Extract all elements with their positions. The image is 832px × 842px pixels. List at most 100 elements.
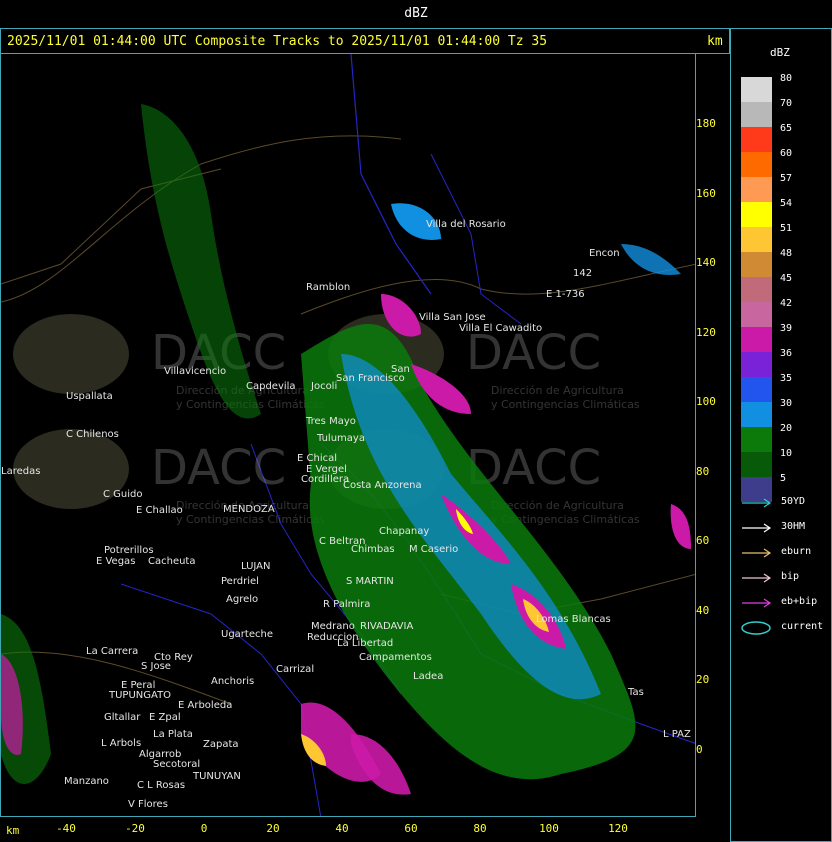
x-tick-label: 120: [608, 822, 628, 835]
place-label: Chapanay: [379, 526, 429, 537]
legend-swatch: [741, 327, 772, 352]
track-arrow-icon: [742, 548, 772, 558]
place-label: E Chical: [297, 453, 337, 464]
place-label: La Plata: [153, 729, 193, 740]
place-label: 142: [573, 268, 592, 279]
place-label: E Challao: [136, 505, 183, 516]
place-label: Potrerillos: [104, 545, 154, 556]
place-label: C L Rosas: [137, 780, 185, 791]
legend-level-label: 39: [780, 323, 793, 334]
place-label: TUNUYAN: [192, 771, 241, 782]
legend-track-label: 30HM: [781, 521, 806, 532]
legend-level-label: 42: [780, 298, 793, 309]
current-ellipse-icon: [741, 621, 771, 635]
place-label: Villa San Jose: [419, 312, 486, 323]
legend-track-label: eburn: [781, 546, 812, 557]
legend-swatch: [741, 177, 772, 202]
place-label: Medrano: [311, 621, 355, 632]
track-arrow-icon: [742, 498, 772, 508]
place-label: Uspallata: [66, 391, 113, 402]
track-arrow-icon: [742, 523, 772, 533]
y-tick-label: 140: [696, 256, 716, 269]
place-label: E Zpal: [149, 712, 181, 723]
legend-swatch: [741, 252, 772, 277]
legend-track-label: current: [781, 621, 824, 632]
place-label: E Vegas: [96, 556, 135, 567]
legend-level-label: 60: [780, 148, 793, 159]
place-label: R Palmira: [323, 599, 370, 610]
y-tick-label: 0: [696, 742, 703, 756]
legend-level-label: 65: [780, 123, 793, 134]
place-label: S Jose: [141, 661, 171, 672]
place-label: La Libertad: [337, 638, 393, 649]
place-label: S MARTIN: [346, 576, 394, 587]
radar-map-canvas[interactable]: DACC Dirección de Agriculturay Contingenc…: [1, 54, 696, 817]
place-label: Tas: [627, 687, 644, 698]
legend-level-label: 51: [780, 223, 793, 234]
place-label: Costa Anzorena: [343, 480, 422, 491]
place-label: Cordillera: [301, 474, 349, 485]
legend-swatch: [741, 302, 772, 327]
radar-map[interactable]: DACC Dirección de Agriculturay Contingenc…: [0, 53, 696, 817]
legend-track-label: bip: [781, 571, 800, 582]
place-label: Ugarteche: [221, 629, 273, 640]
legend-swatch: [741, 352, 772, 377]
bottom-km-label: km: [6, 824, 20, 837]
place-label: Campamentos: [359, 652, 432, 663]
place-label: Villa El Cawadito: [459, 323, 542, 334]
place-label: Ramblon: [306, 282, 350, 293]
place-label: La Carrera: [86, 646, 138, 657]
place-label: Agrelo: [226, 594, 258, 605]
place-label: M Caserio: [409, 544, 458, 555]
place-label: TUPUNGATO: [108, 690, 171, 701]
svg-text:Dirección de Agricultura: Dirección de Agricultura: [491, 384, 624, 397]
y-tick-label: 160: [696, 186, 716, 200]
track-arrow-icon: [742, 598, 772, 608]
display-title: dBZ: [404, 6, 428, 21]
legend-swatch: [741, 127, 772, 152]
y-tick-label: 100: [696, 395, 716, 408]
header-km-label: km: [707, 34, 723, 49]
x-tick-label: 40: [335, 822, 349, 835]
place-label: Tulumaya: [316, 433, 365, 444]
place-label: Chimbas: [351, 544, 395, 555]
y-tick-label: 120: [696, 325, 716, 339]
dacc-watermark: DACCDirección de Agriculturay Contingenc…: [13, 314, 325, 411]
place-label: Encon: [589, 248, 620, 259]
legend-swatch: [741, 277, 772, 302]
composite-tracks-header: 2025/11/01 01:44:00 UTC Composite Tracks…: [7, 34, 548, 49]
svg-text:y Contingencias Climáticas: y Contingencias Climáticas: [491, 398, 640, 411]
y-tick-label: 60: [696, 534, 710, 547]
legend-level-label: 45: [780, 273, 793, 284]
legend-level-label: 70: [780, 98, 793, 109]
place-label: E 1-736: [546, 289, 585, 300]
place-label: Villa del Rosario: [426, 219, 506, 230]
legend-swatch: [741, 202, 772, 227]
place-label: L Arbols: [101, 738, 141, 749]
legend-swatch: [741, 452, 772, 477]
place-label: Villavicencio: [164, 366, 226, 377]
legend-swatch: [741, 102, 772, 127]
place-label: LUJAN: [241, 561, 271, 572]
place-label: Anchoris: [211, 676, 254, 687]
place-label: C Chilenos: [66, 429, 119, 440]
legend-level-label: 20: [780, 423, 793, 434]
place-label: Tres Mayo: [305, 416, 356, 427]
place-label: Lomas Blancas: [536, 614, 611, 625]
x-tick-label: 100: [539, 822, 559, 835]
y-tick-label: 80: [696, 464, 710, 478]
place-label: Perdriel: [221, 576, 259, 587]
legend-level-label: 5: [780, 473, 787, 484]
legend-level-label: 30: [780, 398, 793, 409]
place-label: Carrizal: [276, 664, 314, 675]
legend-level-label: 36: [780, 348, 793, 359]
legend-swatch: [741, 227, 772, 252]
legend-track-label: eb+bip: [781, 596, 818, 607]
place-label: C Guido: [103, 489, 143, 500]
place-label: L PAZ: [663, 729, 691, 740]
track-arrow-icon: [742, 573, 772, 583]
y-tick-label: 40: [696, 603, 710, 617]
place-label: Zapata: [203, 739, 239, 750]
legend-level-label: 54: [780, 198, 793, 209]
x-tick-label: -40: [56, 822, 76, 835]
